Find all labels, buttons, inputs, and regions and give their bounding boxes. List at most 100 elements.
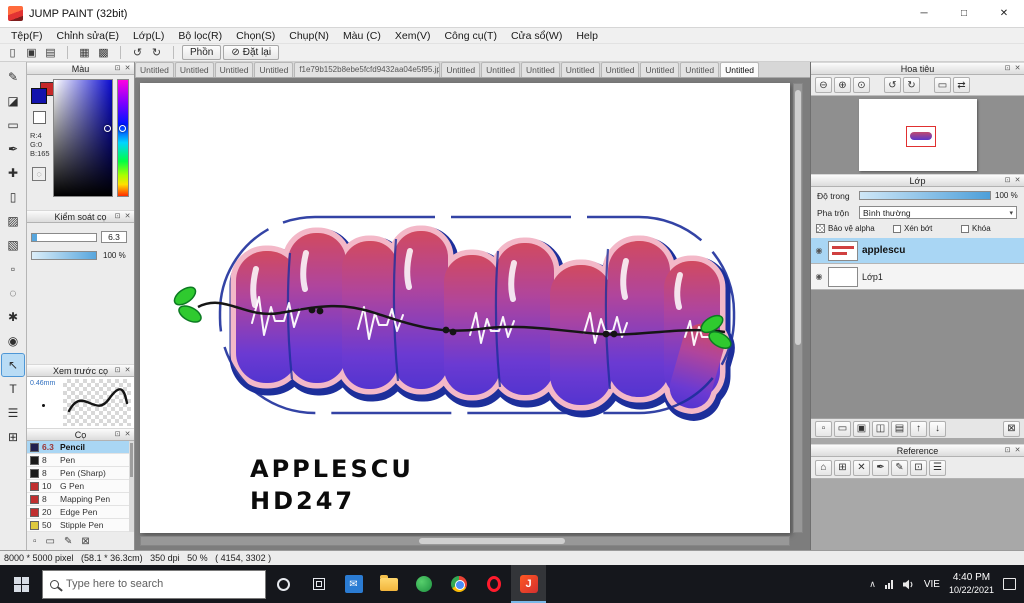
- brush-item-edge-pen[interactable]: 20 Edge Pen: [27, 506, 134, 519]
- document-tab[interactable]: Untitled: [441, 62, 481, 77]
- panel-popout-icon[interactable]: ⊡: [1003, 63, 1012, 75]
- nav-rotate-ccw-button[interactable]: ↺: [884, 77, 901, 93]
- reference-home-button[interactable]: ⌂: [815, 459, 832, 476]
- mask-layer-button[interactable]: ◫: [872, 420, 889, 437]
- document-tab[interactable]: Untitled: [600, 62, 640, 77]
- grid-button[interactable]: ▩: [95, 45, 112, 61]
- duplicate-layer-button[interactable]: ▣: [853, 420, 870, 437]
- horizontal-scrollbar-thumb[interactable]: [419, 538, 565, 544]
- reference-pen-button[interactable]: ✎: [891, 459, 908, 476]
- jump-paint-taskbar-button[interactable]: J: [511, 565, 546, 603]
- panel-close-icon[interactable]: ✕: [1013, 63, 1022, 75]
- reset-button[interactable]: ⊘ Đặt lại: [223, 45, 280, 60]
- layer-row-lop1[interactable]: ◉ Lớp1: [811, 264, 1024, 290]
- nav-zoom-fit-button[interactable]: ⊙: [853, 77, 870, 93]
- new-file-button[interactable]: ▯: [4, 45, 21, 61]
- save-button[interactable]: ▣: [23, 45, 40, 61]
- panel-close-icon[interactable]: ✕: [1013, 175, 1022, 187]
- brush-mode-button[interactable]: Phồn: [182, 45, 222, 60]
- panel-popout-icon[interactable]: ⊡: [113, 211, 122, 223]
- task-view-button[interactable]: [301, 565, 336, 603]
- document-tab[interactable]: Untitled: [214, 62, 254, 77]
- brush-item-mapping-pen[interactable]: 8 Mapping Pen: [27, 493, 134, 506]
- document-tab[interactable]: Untitled: [560, 62, 600, 77]
- move-layer-down-button[interactable]: ↓: [929, 420, 946, 437]
- vertical-scrollbar-thumb[interactable]: [795, 90, 801, 345]
- divide-tool[interactable]: ⊞: [2, 426, 24, 448]
- open-button[interactable]: ▤: [42, 45, 59, 61]
- document-tab-active[interactable]: Untitled: [720, 62, 759, 77]
- menu-item-tools[interactable]: Công cụ(T): [437, 28, 504, 44]
- layer-visibility-icon[interactable]: ◉: [814, 246, 824, 255]
- redo-button[interactable]: ↻: [148, 45, 165, 61]
- canvas-document[interactable]: APPLESCU HD247: [140, 83, 790, 533]
- document-tab[interactable]: Untitled: [680, 62, 720, 77]
- menu-item-layer[interactable]: Lớp(L): [126, 28, 171, 44]
- delete-layer-button[interactable]: ⊠: [1003, 420, 1020, 437]
- canvas-horizontal-scrollbar[interactable]: [140, 536, 790, 546]
- hidden-icons-chevron[interactable]: ∧: [869, 579, 876, 590]
- cortana-button[interactable]: [266, 565, 301, 603]
- menu-item-window[interactable]: Cửa sổ(W): [504, 28, 569, 44]
- move-tool[interactable]: ✚: [2, 162, 24, 184]
- bucket-fill-tool[interactable]: ▨: [2, 210, 24, 232]
- menu-item-select[interactable]: Chọn(S): [229, 28, 282, 44]
- brush-list-scrollbar[interactable]: [129, 441, 134, 532]
- menu-item-edit[interactable]: Chỉnh sửa(E): [50, 28, 126, 44]
- magic-wand-tool[interactable]: ✱: [2, 306, 24, 328]
- panel-close-icon[interactable]: ✕: [1013, 445, 1022, 457]
- alpha-protect-checkbox[interactable]: Bảo vệ alpha: [816, 224, 875, 233]
- brush-opacity-slider[interactable]: [31, 251, 97, 260]
- panel-popout-icon[interactable]: ⊡: [113, 63, 122, 75]
- notification-center-icon[interactable]: [1003, 578, 1016, 590]
- panel-popout-icon[interactable]: ⊡: [113, 365, 122, 377]
- text-tool[interactable]: T: [2, 378, 24, 400]
- lock-checkbox[interactable]: Khóa: [961, 224, 991, 233]
- search-input[interactable]: [66, 578, 258, 590]
- panel-close-icon[interactable]: ✕: [123, 211, 132, 223]
- green-app-button[interactable]: [406, 565, 441, 603]
- foreground-color-swatch[interactable]: [31, 88, 47, 104]
- saturation-value-picker[interactable]: [53, 79, 113, 197]
- volume-icon[interactable]: [902, 579, 915, 590]
- canvas-vertical-scrollbar[interactable]: [793, 83, 803, 533]
- panel-close-icon[interactable]: ✕: [123, 63, 132, 75]
- hue-slider[interactable]: [117, 79, 129, 197]
- menu-item-help[interactable]: Help: [569, 28, 605, 44]
- network-icon[interactable]: [884, 579, 893, 589]
- nav-reset-view-button[interactable]: ▭: [934, 77, 951, 93]
- document-tab[interactable]: Untitled: [481, 62, 520, 77]
- file-explorer-button[interactable]: [371, 565, 406, 603]
- select-pen-tool[interactable]: ▫: [2, 258, 24, 280]
- menu-item-file[interactable]: Tệp(F): [4, 28, 50, 44]
- document-tab[interactable]: Untitled: [254, 62, 294, 77]
- nav-rotate-cw-button[interactable]: ↻: [903, 77, 920, 93]
- merge-layer-button[interactable]: ▤: [891, 420, 908, 437]
- snap-button[interactable]: ▦: [76, 45, 93, 61]
- maximize-button[interactable]: □: [944, 0, 984, 27]
- mail-app-button[interactable]: ✉: [336, 565, 371, 603]
- brush-item-pen[interactable]: 8 Pen: [27, 454, 134, 467]
- delete-brush-icon[interactable]: ⊠: [81, 536, 89, 547]
- brush-item-g-pen[interactable]: 10 G Pen: [27, 480, 134, 493]
- layer-row-applescu[interactable]: ◉ applescu: [811, 238, 1024, 264]
- blend-mode-select[interactable]: Bình thường ▾: [859, 206, 1017, 219]
- nav-flip-button[interactable]: ⇄: [953, 77, 970, 93]
- document-tab[interactable]: Untitled: [520, 62, 560, 77]
- language-indicator[interactable]: VIE: [924, 579, 940, 590]
- clipping-checkbox[interactable]: Xén bớt: [893, 224, 932, 233]
- eyedropper-tool[interactable]: ◉: [2, 330, 24, 352]
- undo-button[interactable]: ↺: [129, 45, 146, 61]
- document-tab-jpg[interactable]: f1e79b152b8ebe5fcfd9432aa04e5f95.jpg: [294, 62, 441, 77]
- menu-item-capture[interactable]: Chụp(N): [282, 28, 336, 44]
- navigator-thumbnail[interactable]: [859, 99, 977, 171]
- marquee-select-tool[interactable]: ▭: [2, 114, 24, 136]
- taskbar-search[interactable]: [42, 569, 266, 599]
- brush-item-pencil[interactable]: 6.3 Pencil: [27, 441, 134, 454]
- brush-folder-icon[interactable]: ▭: [46, 536, 55, 547]
- move-layer-up-button[interactable]: ↑: [910, 420, 927, 437]
- shape-tool[interactable]: ▯: [2, 186, 24, 208]
- reference-zoom-button[interactable]: ⊡: [910, 459, 927, 476]
- taskbar-clock[interactable]: 4:40 PM 10/22/2021: [949, 572, 994, 596]
- reference-menu-button[interactable]: ☰: [929, 459, 946, 476]
